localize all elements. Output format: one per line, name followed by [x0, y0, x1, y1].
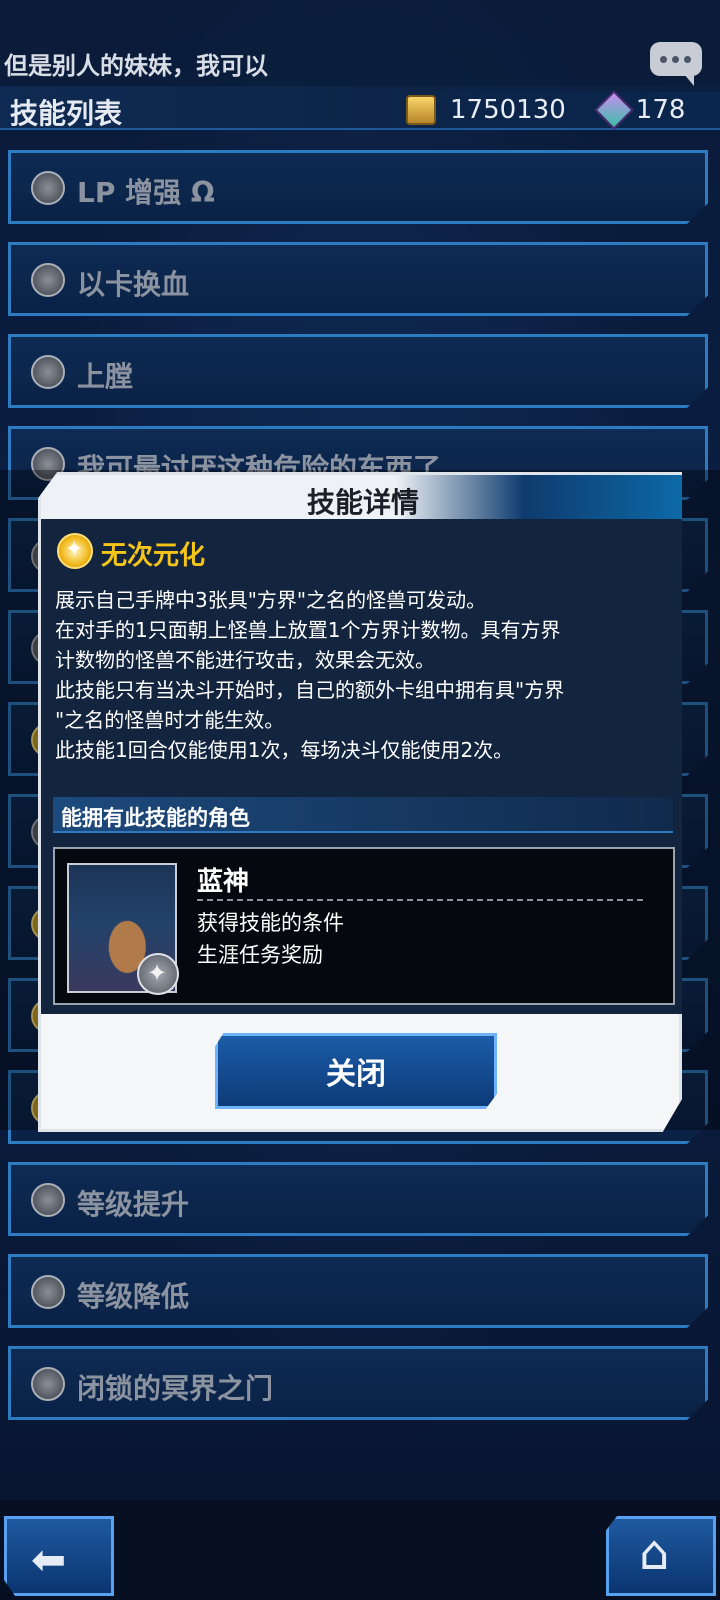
description-line: "之名的怪兽时才能生效。	[55, 708, 285, 732]
section-title: 能拥有此技能的角色	[61, 806, 250, 830]
coin-stack-icon	[406, 95, 436, 125]
skill-row[interactable]: 闭锁的冥界之门	[8, 1346, 708, 1420]
skill-label: LP 增强 Ω	[77, 176, 215, 209]
skill-row[interactable]: 等级降低	[8, 1254, 708, 1328]
page-title: 技能列表	[10, 97, 123, 130]
skill-name: 无次元化	[101, 541, 206, 571]
gray-star-icon	[31, 263, 65, 297]
description-line: 此技能1回合仅能使用1次，每场决斗仅能使用2次。	[55, 738, 514, 762]
back-button[interactable]: ⬅	[4, 1516, 114, 1596]
character-name: 蓝神	[197, 867, 250, 897]
gold-star-icon	[57, 533, 93, 569]
skill-label: 上膛	[77, 360, 134, 393]
skill-row[interactable]: LP 增强 Ω	[8, 150, 708, 224]
description-line: 展示自己手牌中3张具"方界"之名的怪兽可发动。	[55, 588, 487, 612]
skill-label: 等级提升	[77, 1188, 190, 1221]
dialog-body: 无次元化 展示自己手牌中3张具"方界"之名的怪兽可发动。 在对手的1只面朝上怪兽…	[41, 519, 682, 1014]
description-line: 计数物的怪兽不能进行攻击，效果会无效。	[55, 648, 435, 672]
gem-icon	[593, 90, 634, 130]
gray-star-icon	[31, 355, 65, 389]
description-line: 此技能只有当决斗开始时，自己的额外卡组中拥有具"方界	[55, 678, 565, 702]
gray-star-icon	[31, 1275, 65, 1309]
gray-star-icon	[31, 1183, 65, 1217]
condition-label: 获得技能的条件	[197, 911, 344, 935]
dialog-title: 技能详情	[306, 486, 419, 519]
skill-label: 等级降低	[77, 1280, 190, 1313]
close-button-label: 关闭	[326, 1057, 386, 1092]
coin-count: 1750130	[450, 95, 566, 125]
gray-star-icon	[31, 1367, 65, 1401]
currency-display: 1750130 178	[390, 90, 720, 130]
dialog-header: 技能详情	[41, 475, 682, 519]
gem-count: 178	[635, 95, 686, 125]
chat-bubble-icon[interactable]	[650, 42, 702, 86]
gray-star-icon	[31, 171, 65, 205]
back-arrow-icon: ⬅	[31, 1535, 67, 1584]
skill-label: 闭锁的冥界之门	[77, 1372, 274, 1405]
gray-star-icon	[137, 953, 179, 995]
character-card[interactable]: 蓝神 获得技能的条件 生涯任务奖励	[53, 847, 675, 1005]
skill-description: 展示自己手牌中3张具"方界"之名的怪兽可发动。 在对手的1只面朝上怪兽上放置1个…	[55, 585, 675, 765]
skill-row[interactable]: 等级提升	[8, 1162, 708, 1236]
home-button[interactable]: ⌂	[606, 1516, 716, 1596]
home-icon: ⌂	[639, 1525, 670, 1581]
description-line: 在对手的1只面朝上怪兽上放置1个方界计数物。具有方界	[55, 618, 561, 642]
skill-detail-dialog: 技能详情 无次元化 展示自己手牌中3张具"方界"之名的怪兽可发动。 在对手的1只…	[38, 472, 682, 1132]
condition-value: 生涯任务奖励	[197, 943, 323, 967]
chat-message: 但是别人的妹妹，我可以	[4, 52, 268, 80]
divider	[197, 899, 643, 901]
skill-row[interactable]: 以卡换血	[8, 242, 708, 316]
skill-row[interactable]: 上膛	[8, 334, 708, 408]
close-button[interactable]: 关闭	[215, 1033, 497, 1109]
skill-label: 以卡换血	[77, 268, 190, 301]
